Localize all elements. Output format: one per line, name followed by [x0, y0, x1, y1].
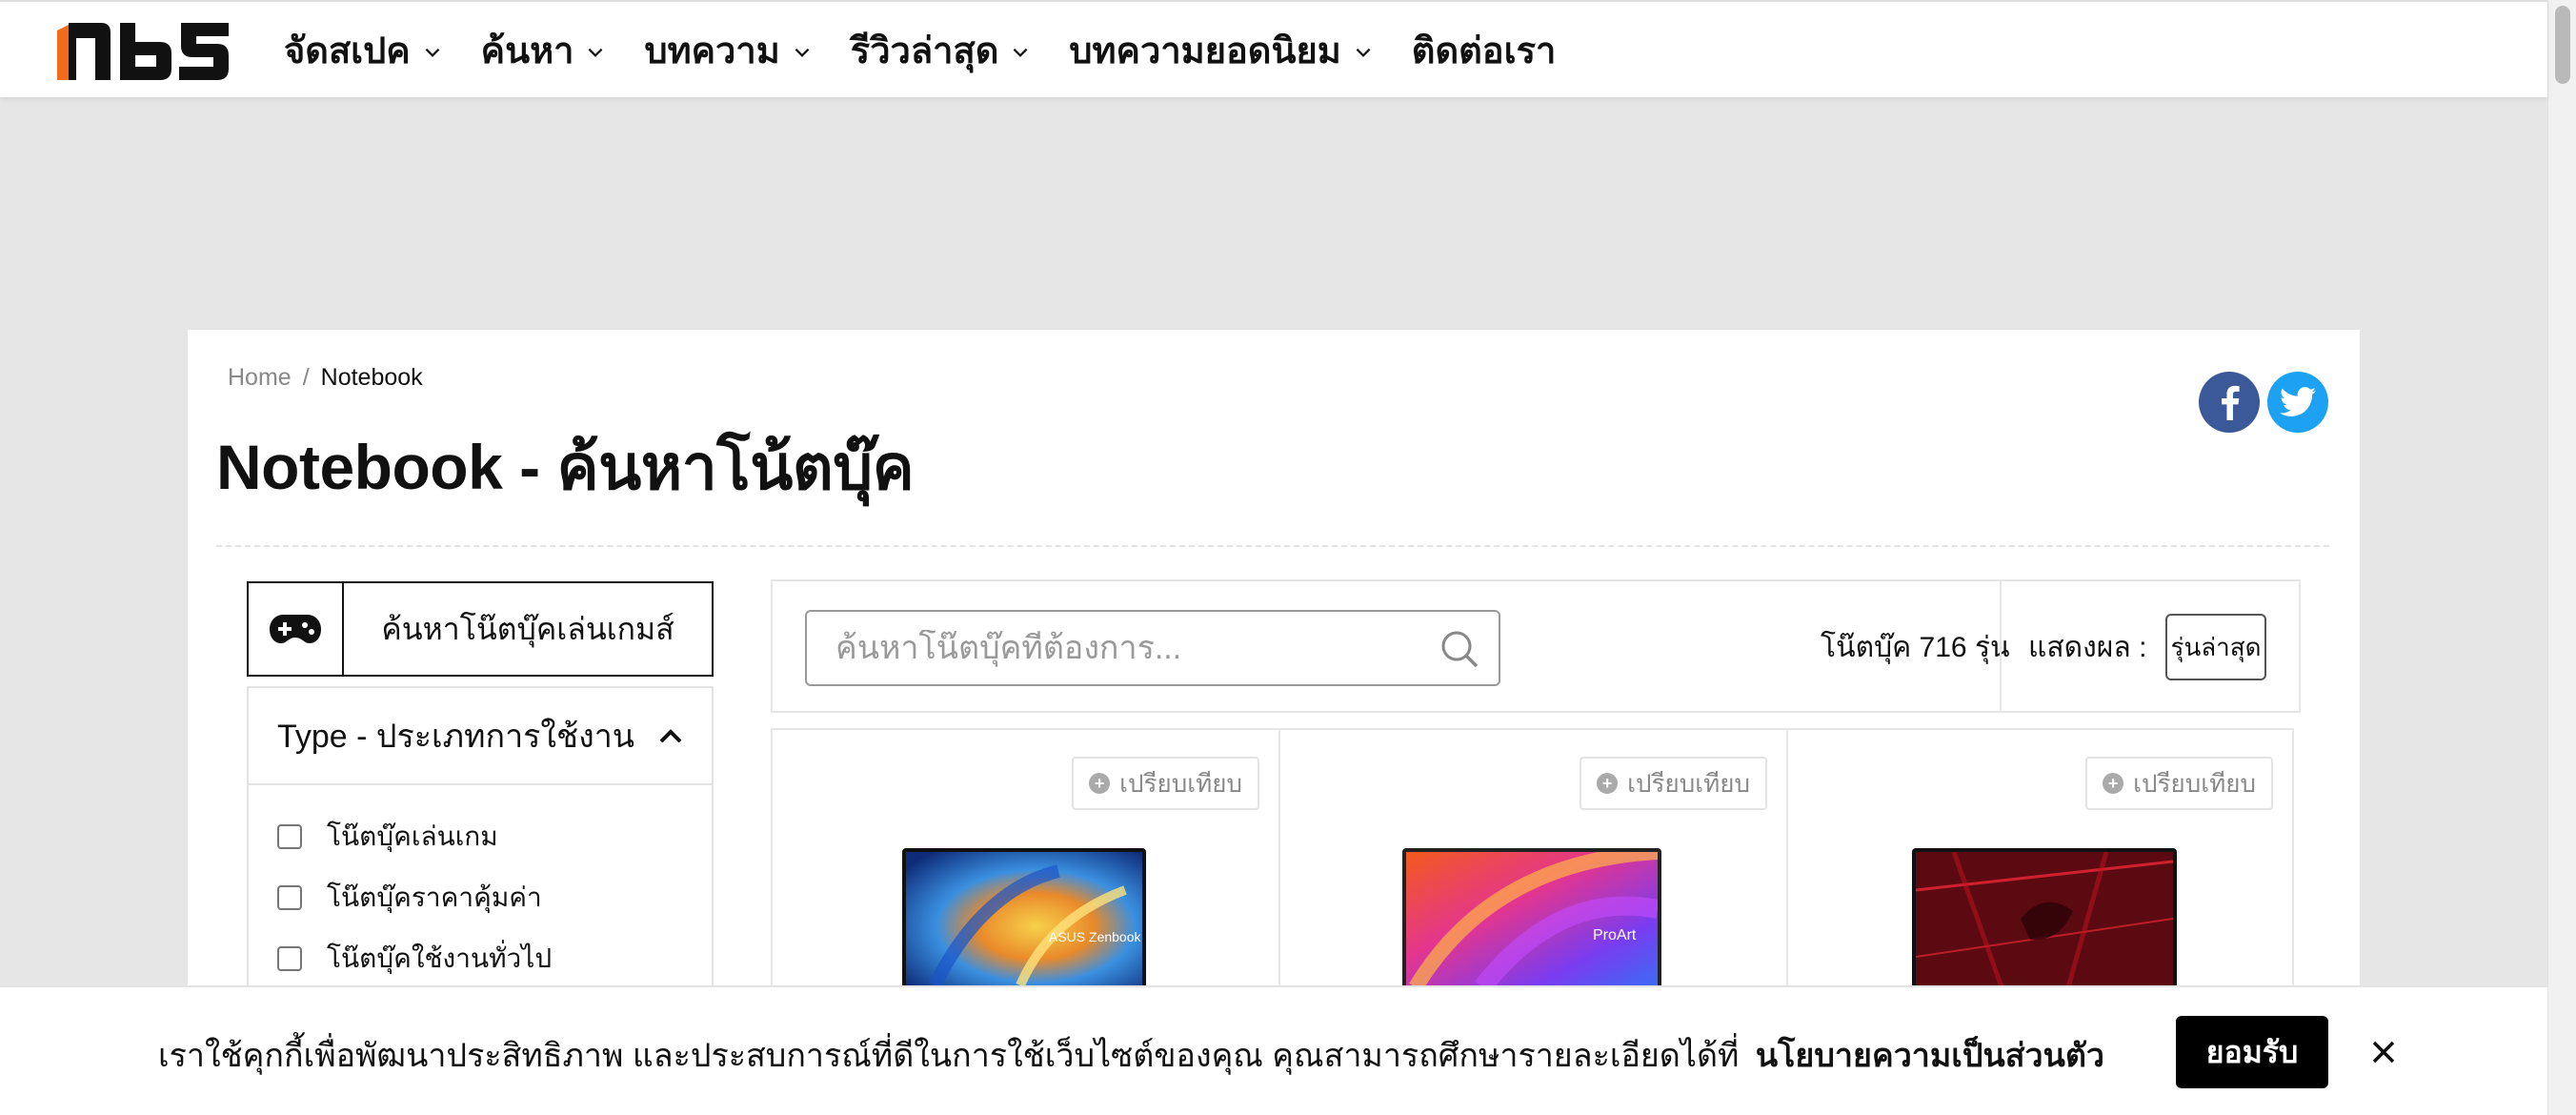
- general-checkbox[interactable]: [277, 946, 302, 971]
- top-navbar: จัดสเปค ค้นหา บทความ รีวิวล่าสุด บทความย…: [0, 0, 2547, 97]
- nav-item-search[interactable]: ค้นหา: [481, 21, 607, 79]
- value-checkbox[interactable]: [277, 885, 302, 910]
- page-title: Notebook - ค้นหาโน้ตบุ๊ค: [216, 432, 915, 502]
- nav-item-articles[interactable]: บทความ: [644, 21, 812, 79]
- cookie-consent-bar: เราใช้คุกกี้เพื่อพัฒนาประสิทธิภาพ และประ…: [0, 985, 2547, 1115]
- results-toolbar: โน๊ตบุ๊ค 716 รุ่น แสดงผล : รุ่นล่าสุด: [771, 579, 2301, 713]
- page-scrollbar[interactable]: [2547, 0, 2576, 1115]
- cookie-message: เราใช้คุกกี้เพื่อพัฒนาประสิทธิภาพ และประ…: [158, 1029, 2104, 1081]
- filter-option-label: โน๊ตบุ๊คใช้งานทั่วไป: [327, 943, 553, 973]
- chevron-down-icon: [1014, 48, 1028, 57]
- screen-text: ProArt: [1593, 927, 1637, 943]
- toolbar-separator: [2000, 581, 2002, 711]
- compare-button[interactable]: + เปรียบเทียบ: [1072, 757, 1259, 810]
- compare-button[interactable]: + เปรียบเทียบ: [1580, 757, 1767, 810]
- nav-item-label: บทความ: [644, 30, 780, 71]
- laptop-screen-art: ProArt: [1406, 848, 1660, 991]
- plus-circle-icon: +: [1597, 773, 1619, 794]
- chevron-up-icon[interactable]: [658, 727, 683, 744]
- close-icon[interactable]: [2366, 1035, 2401, 1069]
- gamepad-icon-box: [249, 583, 344, 675]
- gaming-notebook-search-button[interactable]: ค้นหาโน๊ตบุ๊คเล่นเกมส์: [247, 581, 714, 677]
- plus-circle-icon: +: [1089, 773, 1111, 794]
- cookie-text: เราใช้คุกกี้เพื่อพัฒนาประสิทธิภาพ และประ…: [158, 1038, 1740, 1074]
- accept-cookies-button[interactable]: ยอมรับ: [2176, 1016, 2328, 1088]
- filter-option-value[interactable]: โน๊ตบุ๊คราคาคุ้มค่า: [277, 867, 712, 928]
- compare-button[interactable]: + เปรียบเทียบ: [2085, 757, 2273, 810]
- laptop-screen-art: ASUS Zenbook: [906, 852, 1142, 989]
- nav-item-contact[interactable]: ติดต่อเรา: [1412, 21, 1557, 79]
- filter-option-gaming[interactable]: โน๊ตบุ๊คเล่นเกม: [277, 806, 712, 867]
- nav-item-label: จัดสเปค: [284, 30, 411, 71]
- sort-select[interactable]: รุ่นล่าสุด: [2165, 614, 2266, 680]
- nav-item-spec[interactable]: จัดสเปค: [284, 21, 443, 79]
- chevron-down-icon: [425, 48, 440, 57]
- product-image[interactable]: ASUS Zenbook: [902, 848, 1146, 991]
- title-divider: [216, 545, 2329, 547]
- notebook-search-input[interactable]: [835, 629, 1407, 667]
- breadcrumb-separator: /: [302, 364, 310, 391]
- notebook-search-box[interactable]: [805, 610, 1500, 686]
- nav-item-label: ติดต่อเรา: [1411, 30, 1557, 71]
- scrollbar-thumb[interactable]: [2555, 6, 2570, 84]
- nav-item-label: บทความยอดนิยม: [1069, 30, 1341, 71]
- gaming-checkbox[interactable]: [277, 824, 302, 849]
- type-filter-options: โน๊ตบุ๊คเล่นเกม โน๊ตบุ๊คราคาคุ้มค่า โน๊ต…: [249, 785, 712, 989]
- facebook-share-button[interactable]: [2199, 372, 2260, 433]
- screen-text: ASUS Zenbook: [1049, 929, 1141, 944]
- twitter-share-button[interactable]: [2267, 372, 2328, 433]
- nav-item-popular-articles[interactable]: บทความยอดนิยม: [1069, 21, 1373, 79]
- plus-circle-icon: +: [2103, 773, 2124, 794]
- chevron-down-icon: [1356, 48, 1371, 57]
- gamepad-icon: [270, 615, 321, 643]
- type-filter-title: Type - ประเภทการใช้งาน: [277, 719, 635, 755]
- sort-label: แสดงผล :: [2028, 632, 2147, 663]
- chevron-down-icon: [795, 48, 810, 57]
- nav-item-label: รีวิวล่าสุด: [850, 30, 999, 71]
- product-image[interactable]: ProArt: [1402, 848, 1661, 991]
- facebook-icon: [2222, 385, 2240, 420]
- filter-option-general[interactable]: โน๊ตบุ๊คใช้งานทั่วไป: [277, 928, 712, 989]
- result-count: โน๊ตบุ๊ค 716 รุ่น: [1821, 632, 2010, 663]
- privacy-policy-link[interactable]: นโยบายความเป็นส่วนตัว: [1756, 1038, 2104, 1074]
- chevron-down-icon: [589, 48, 603, 57]
- compare-label: เปรียบเทียบ: [1119, 768, 1242, 798]
- laptop-screen-art: [1915, 851, 2174, 988]
- filter-option-label: โน๊ตบุ๊คราคาคุ้มค่า: [327, 882, 542, 912]
- breadcrumb-current: Notebook: [320, 364, 423, 391]
- main-menu: จัดสเปค ค้นหา บทความ รีวิวล่าสุด บทความย…: [284, 2, 1594, 97]
- breadcrumb: Home / Notebook: [228, 364, 423, 392]
- compare-label: เปรียบเทียบ: [2133, 768, 2256, 798]
- type-filter-header[interactable]: Type - ประเภทการใช้งาน: [249, 688, 712, 785]
- filter-option-label: โน๊ตบุ๊คเล่นเกม: [327, 821, 498, 851]
- search-icon[interactable]: [1439, 629, 1479, 669]
- compare-label: เปรียบเทียบ: [1627, 768, 1750, 798]
- breadcrumb-home-link[interactable]: Home: [228, 364, 292, 392]
- gaming-search-label: ค้นหาโน๊ตบุ๊คเล่นเกมส์: [381, 611, 674, 646]
- twitter-icon: [2280, 387, 2316, 416]
- nav-item-latest-reviews[interactable]: รีวิวล่าสุด: [851, 21, 1032, 79]
- nbs-logo[interactable]: [55, 21, 231, 80]
- nav-item-label: ค้นหา: [480, 30, 574, 71]
- product-image[interactable]: [1912, 848, 2177, 991]
